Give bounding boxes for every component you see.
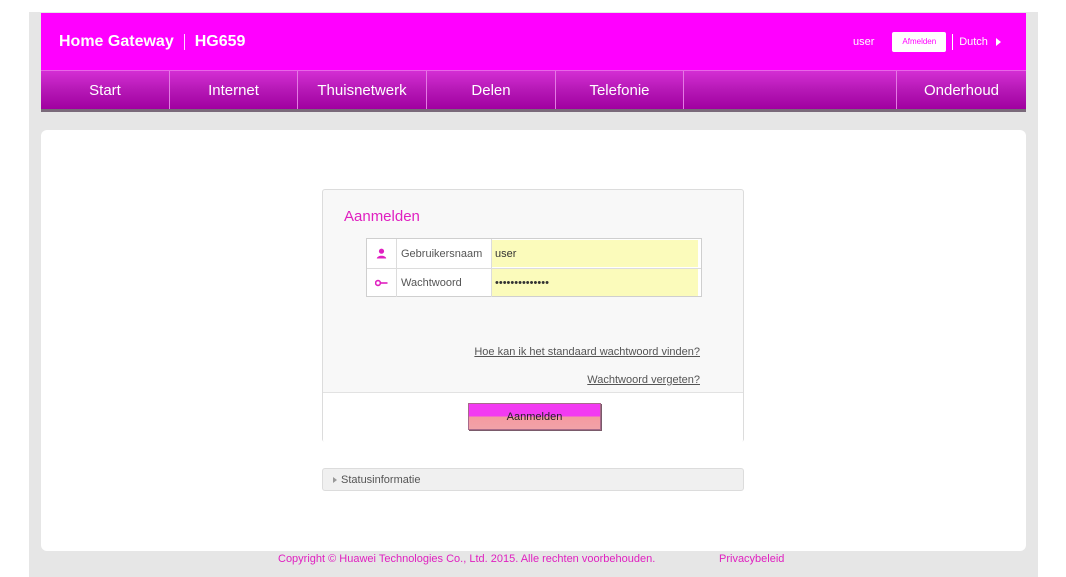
- login-fields: Gebruikersnaam Wachtwoord: [366, 238, 702, 297]
- default-password-link[interactable]: Hoe kan ik het standaard wachtwoord vind…: [474, 346, 700, 358]
- user-icon: [367, 239, 397, 268]
- header-bar: Home Gateway HG659 user Afmelden Dutch: [41, 13, 1026, 70]
- main-nav: Start Internet Thuisnetwerk Delen Telefo…: [41, 70, 1026, 112]
- status-info-toggle[interactable]: Statusinformatie: [322, 468, 744, 491]
- page-footer: Copyright © Huawei Technologies Co., Ltd…: [0, 553, 1066, 567]
- login-button[interactable]: Aanmelden: [468, 403, 601, 430]
- nav-item-onderhoud[interactable]: Onderhoud: [897, 71, 1026, 109]
- caret-right-icon: [996, 38, 1001, 47]
- brand-title: Home Gateway: [59, 33, 174, 50]
- login-title: Aanmelden: [344, 208, 420, 225]
- privacy-link[interactable]: Privacybeleid: [719, 553, 784, 565]
- nav-item-thuisnetwerk[interactable]: Thuisnetwerk: [298, 71, 427, 109]
- language-label: Dutch: [959, 36, 988, 48]
- password-input[interactable]: [492, 269, 698, 296]
- language-divider: [952, 34, 954, 50]
- password-label: Wachtwoord: [397, 268, 492, 297]
- username-input[interactable]: [492, 240, 698, 267]
- password-row: Wachtwoord: [367, 268, 701, 297]
- username-row: Gebruikersnaam: [367, 239, 701, 269]
- key-icon: [367, 268, 397, 297]
- copyright-text: Copyright © Huawei Technologies Co., Ltd…: [278, 553, 656, 565]
- status-info-label: Statusinformatie: [341, 473, 421, 486]
- nav-spacer: [684, 71, 897, 109]
- language-selector[interactable]: Dutch: [959, 36, 1001, 48]
- login-footer: Aanmelden: [323, 392, 743, 443]
- model-name: HG659: [194, 33, 246, 50]
- brand-divider: [183, 34, 185, 50]
- caret-right-icon: [333, 476, 337, 483]
- login-panel: Aanmelden Gebruikersnaam Wachtwoord: [322, 189, 744, 443]
- current-user: user: [852, 36, 875, 48]
- username-label: Gebruikersnaam: [397, 239, 492, 268]
- nav-item-telefonie[interactable]: Telefonie: [556, 71, 684, 109]
- logout-button[interactable]: Afmelden: [892, 32, 947, 52]
- brand: Home Gateway HG659: [59, 33, 245, 51]
- forgot-password-link[interactable]: Wachtwoord vergeten?: [587, 374, 700, 386]
- nav-item-start[interactable]: Start: [41, 71, 170, 109]
- nav-item-internet[interactable]: Internet: [170, 71, 298, 109]
- nav-item-delen[interactable]: Delen: [427, 71, 556, 109]
- user-area: user Afmelden Dutch: [853, 32, 1001, 52]
